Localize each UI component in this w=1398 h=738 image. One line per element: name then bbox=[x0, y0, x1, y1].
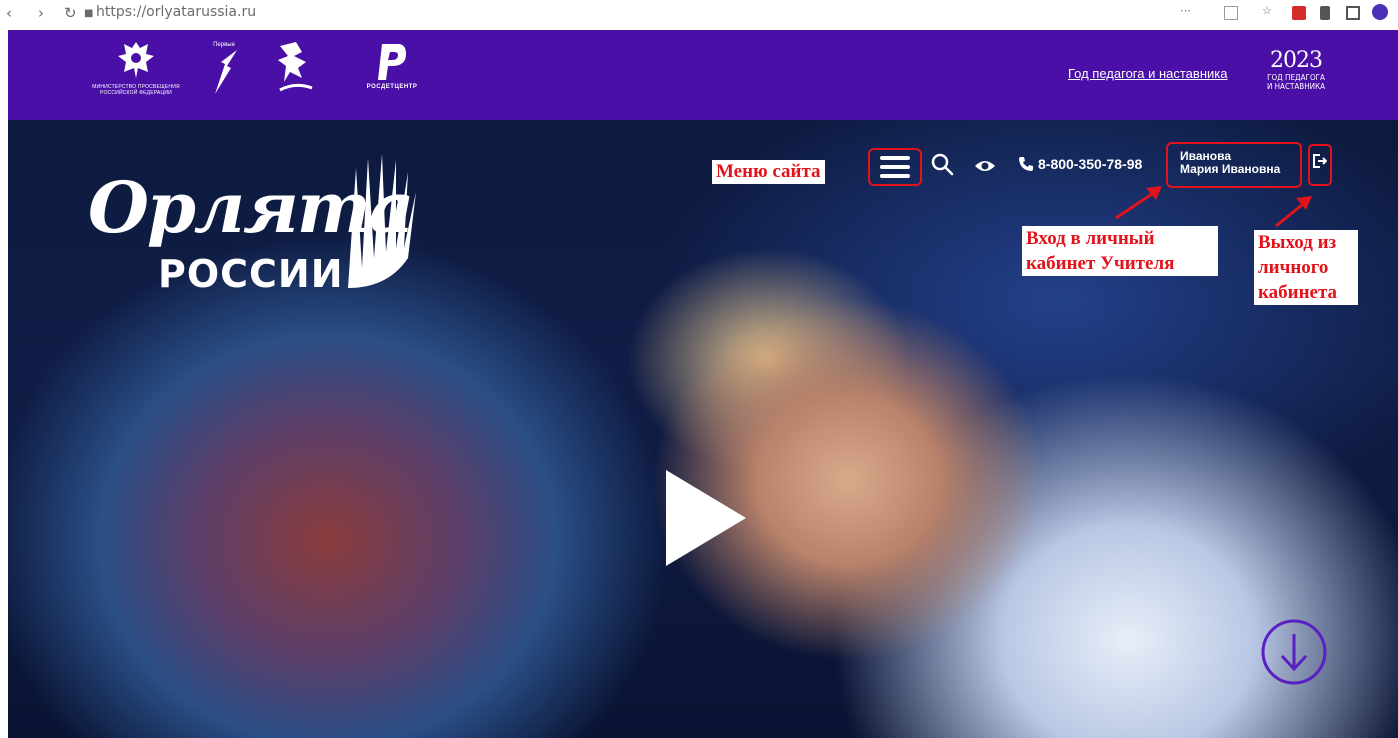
teacher-cabinet-button[interactable]: Иванова Мария Ивановна bbox=[1166, 142, 1302, 188]
orlenok-bird-icon bbox=[278, 42, 313, 92]
logo-caps-text: РОССИИ bbox=[158, 252, 344, 296]
year-caption-line1: ГОД ПЕДАГОГА bbox=[1267, 73, 1325, 82]
menu-annotation-label: Меню сайта bbox=[712, 160, 825, 184]
wing-icon bbox=[348, 154, 416, 288]
phone-link[interactable]: 8-800-350-78-98 bbox=[1018, 156, 1142, 172]
partners-header: МИНИСТЕРСТВО ПРОСВЕЩЕНИЯ РОССИЙСКОЙ ФЕДЕ… bbox=[8, 30, 1398, 120]
year-number: 2023 bbox=[1270, 48, 1323, 73]
star-icon[interactable]: ☆ bbox=[1262, 4, 1276, 18]
letter-p-icon bbox=[378, 44, 406, 80]
arrow-to-cabinet bbox=[1115, 186, 1162, 220]
orlyata-logo[interactable]: Орлята РОССИИ bbox=[88, 148, 418, 308]
accessibility-eye-icon[interactable] bbox=[974, 158, 996, 174]
puzzle-icon[interactable] bbox=[1320, 6, 1330, 20]
ministry-logo[interactable]: МИНИСТЕРСТВО ПРОСВЕЩЕНИЯ РОССИЙСКОЙ ФЕДЕ… bbox=[86, 38, 186, 96]
search-icon[interactable] bbox=[930, 152, 954, 176]
site-menu-button[interactable] bbox=[868, 148, 922, 186]
logout-button[interactable] bbox=[1308, 144, 1332, 186]
ministry-caption: МИНИСТЕРСТВО ПРОСВЕЩЕНИЯ РОССИЙСКОЙ ФЕДЕ… bbox=[92, 84, 180, 96]
browser-toolbar: ‹ › ↻ ■ https://orlyatarussia.ru ⋯ ☆ bbox=[0, 0, 1398, 30]
cabinet-annotation-line2: кабинет Учителя bbox=[1026, 253, 1175, 274]
arrow-to-logout bbox=[1275, 196, 1312, 228]
phone-number: 8-800-350-78-98 bbox=[1038, 156, 1143, 172]
hamburger-icon bbox=[880, 156, 910, 178]
play-video-button[interactable] bbox=[664, 468, 748, 568]
year-caption-line2: И НАСТАВНИКА bbox=[1266, 82, 1326, 91]
orlenok-logo[interactable] bbox=[272, 38, 318, 102]
cabinet-annotation-line1: Вход в личный bbox=[1026, 228, 1155, 249]
eagle-emblem-icon bbox=[118, 42, 154, 78]
exit-annotation-line3: кабинета bbox=[1258, 282, 1338, 303]
logout-icon bbox=[1313, 154, 1327, 168]
scroll-down-button[interactable] bbox=[1260, 618, 1328, 686]
year-of-teacher-link[interactable]: Год педагога и наставника bbox=[1068, 66, 1227, 81]
rosdetcenter-caption: РОСДЕТЦЕНТР bbox=[366, 84, 418, 90]
forward-icon[interactable]: › bbox=[38, 4, 44, 22]
exit-annotation-line2: личного bbox=[1258, 257, 1329, 278]
extensions-icon[interactable]: ⋯ bbox=[1180, 4, 1194, 18]
rosdetcenter-logo[interactable]: РОСДЕТЦЕНТР bbox=[352, 42, 432, 90]
user-first-middle-name: Мария Ивановна bbox=[1180, 162, 1281, 176]
extension-red-icon[interactable] bbox=[1292, 6, 1306, 20]
window-icon[interactable] bbox=[1346, 6, 1360, 20]
reload-icon[interactable]: ↻ bbox=[64, 4, 77, 22]
exit-annotation: Выход из личного кабинета bbox=[1254, 230, 1358, 305]
cabinet-annotation: Вход в личный кабинет Учителя bbox=[1022, 226, 1218, 276]
lock-icon[interactable]: ■ bbox=[84, 8, 93, 19]
year-badge[interactable]: 2023 ГОД ПЕДАГОГА И НАСТАВНИКА bbox=[1256, 48, 1336, 91]
exit-annotation-line1: Выход из bbox=[1258, 232, 1337, 253]
number-one-icon bbox=[215, 50, 237, 94]
address-bar[interactable]: https://orlyatarussia.ru bbox=[96, 4, 256, 20]
hero-video-banner[interactable]: Орлята РОССИИ Меню сайта 8-800-350-78-98… bbox=[8, 120, 1398, 738]
phone-icon bbox=[1019, 157, 1033, 171]
profile-icon[interactable] bbox=[1372, 4, 1388, 20]
pervye-logo[interactable]: Первые bbox=[204, 42, 244, 96]
bookmark-icon[interactable] bbox=[1224, 6, 1238, 20]
back-icon[interactable]: ‹ bbox=[6, 4, 12, 22]
